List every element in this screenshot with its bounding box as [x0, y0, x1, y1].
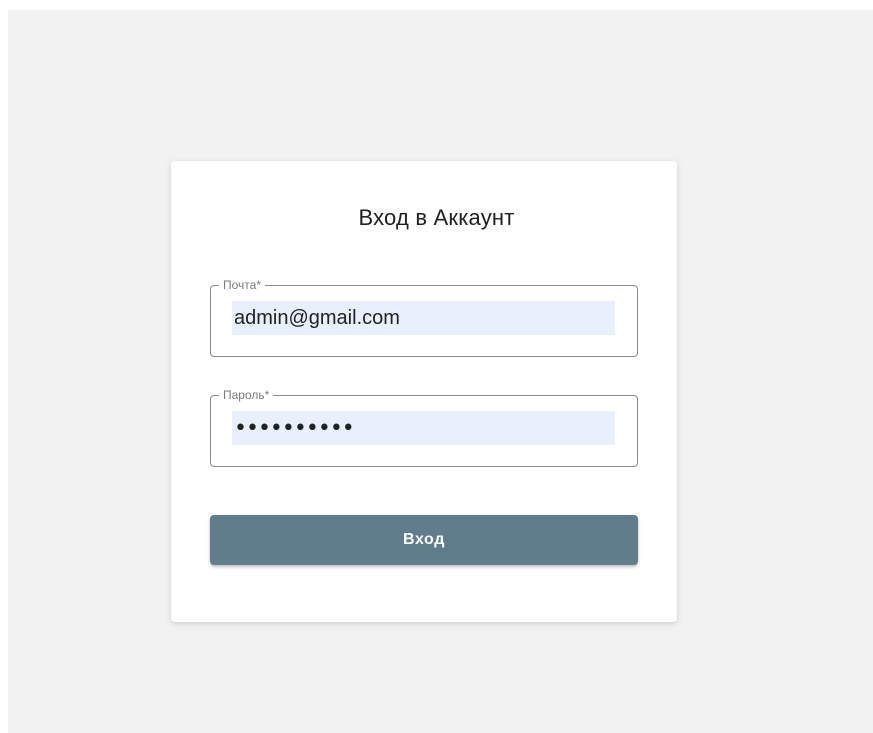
password-field[interactable]: Пароль* ••••••••••	[210, 389, 638, 467]
login-button-label: Вход	[403, 531, 445, 548]
email-input[interactable]: admin@gmail.com	[232, 301, 615, 335]
password-input[interactable]: ••••••••••	[232, 411, 615, 445]
login-title: Вход в Аккаунт	[358, 205, 515, 230]
login-button[interactable]: Вход	[210, 515, 638, 565]
password-label: Пароль*	[223, 388, 270, 402]
email-field[interactable]: Почта* admin@gmail.com	[210, 279, 638, 357]
email-label: Почта*	[223, 278, 261, 292]
